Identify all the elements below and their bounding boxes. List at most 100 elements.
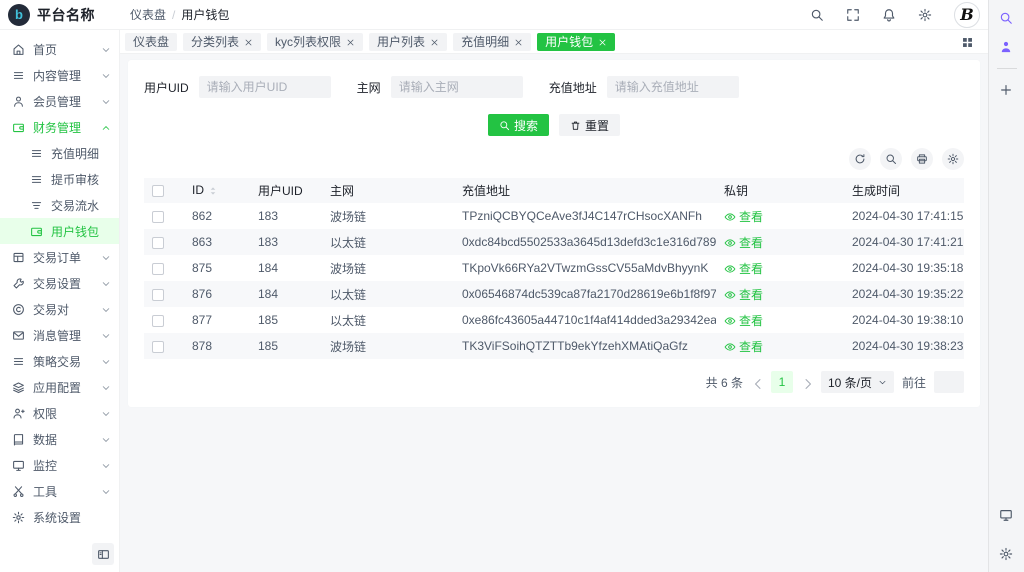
chevron-down-icon [878, 375, 887, 389]
view-private-key-link[interactable]: 查看 [724, 260, 763, 277]
sidebar-item-1[interactable]: 内容管理 [0, 62, 119, 88]
row-checkbox[interactable] [152, 210, 164, 223]
sidebar-item-7[interactable]: 消息管理 [0, 322, 119, 348]
close-icon[interactable] [514, 35, 523, 49]
filter-input-1[interactable] [390, 76, 523, 98]
row-checkbox[interactable] [152, 262, 164, 275]
search-button[interactable]: 搜索 [487, 114, 549, 136]
view-private-key-link[interactable]: 查看 [724, 286, 763, 303]
view-private-key-link[interactable]: 查看 [724, 338, 763, 355]
rail-gear-icon[interactable] [999, 546, 1015, 562]
sidebar-subitem-3-2[interactable]: 交易流水 [0, 192, 119, 218]
sidebar-subitem-label: 充值明细 [51, 146, 100, 161]
row-checkbox[interactable] [152, 314, 164, 327]
goto-page-input[interactable] [934, 371, 964, 393]
chevron-down-icon [101, 302, 111, 316]
sidebar-item-9[interactable]: 应用配置 [0, 374, 119, 400]
table-toolbar-refresh-icon[interactable] [849, 148, 871, 170]
view-private-key-link[interactable]: 查看 [724, 312, 763, 329]
cell-id: 862 [192, 209, 213, 223]
close-icon[interactable] [430, 35, 439, 49]
close-icon[interactable] [244, 35, 253, 49]
row-checkbox[interactable] [152, 288, 164, 301]
list2-icon [30, 198, 51, 212]
sidebar-item-14[interactable]: 系统设置 [0, 504, 119, 530]
sidebar-item-10[interactable]: 权限 [0, 400, 119, 426]
page-size-value: 10 条/页 [827, 375, 872, 390]
tab-3[interactable]: 用户列表 [369, 32, 448, 51]
sidebar-item-label: 交易订单 [33, 250, 82, 265]
table-toolbar-printer-icon[interactable] [911, 148, 933, 170]
sidebar-collapse-button[interactable] [92, 543, 114, 565]
eye-icon [724, 313, 736, 327]
sidebar-subitem-3-1[interactable]: 提币审核 [0, 166, 119, 192]
gear-icon[interactable] [918, 8, 932, 22]
sidebar-item-13[interactable]: 工具 [0, 478, 119, 504]
sidebar-item-12[interactable]: 监控 [0, 452, 119, 478]
sort-icon[interactable] [204, 183, 220, 197]
user-avatar[interactable]: B [954, 1, 980, 28]
rail-monitor-icon[interactable] [999, 507, 1015, 523]
row-checkbox[interactable] [152, 340, 164, 353]
sidebar-item-label: 工具 [33, 484, 58, 499]
rail-person-icon[interactable] [999, 39, 1015, 55]
tab-4[interactable]: 充值明细 [453, 32, 532, 51]
next-page-button[interactable] [801, 376, 813, 389]
filter-label: 主网 [356, 80, 381, 95]
app-logo[interactable]: b 平台名称 [8, 3, 120, 26]
filter-input-2[interactable] [606, 76, 739, 98]
table-toolbar-gear-icon[interactable] [942, 148, 964, 170]
table-icon [12, 250, 33, 264]
sidebar-item-label: 应用配置 [33, 380, 82, 395]
sidebar-item-label: 内容管理 [33, 68, 82, 83]
close-icon[interactable] [346, 35, 355, 49]
sidebar-subitem-3-3[interactable]: 用户钱包 [0, 218, 119, 244]
logo-icon: b [8, 3, 30, 26]
page-size-select[interactable]: 10 条/页 [820, 371, 894, 393]
table-row: 876 184 以太链 0x06546874dc539ca87fa2170d28619… [144, 281, 964, 307]
tab-5[interactable]: 用户钱包 [537, 32, 616, 51]
sidebar-subitem-3-0[interactable]: 充值明细 [0, 140, 119, 166]
tab-layout-button[interactable] [961, 34, 974, 48]
tab-0[interactable]: 仪表盘 [125, 32, 178, 51]
sidebar-item-label: 权限 [33, 406, 58, 421]
table-toolbar-search-icon[interactable] [880, 148, 902, 170]
breadcrumb-item-dashboard[interactable]: 仪表盘 [130, 6, 166, 23]
column-header-0[interactable]: ID [184, 178, 250, 203]
bell-icon[interactable] [882, 8, 896, 22]
filter-input-0[interactable] [198, 76, 331, 98]
stack-icon [12, 380, 33, 394]
sidebar-item-3[interactable]: 财务管理 [0, 114, 119, 140]
rail-plus-icon[interactable] [999, 82, 1015, 98]
sidebar-item-2[interactable]: 会员管理 [0, 88, 119, 114]
sidebar-item-0[interactable]: 首页 [0, 36, 119, 62]
wallet-icon [12, 120, 33, 134]
page-number-1[interactable]: 1 [770, 371, 793, 393]
prev-page-button[interactable] [751, 376, 763, 389]
sidebar-item-5[interactable]: 交易设置 [0, 270, 119, 296]
tab-2[interactable]: kyc列表权限 [267, 32, 364, 51]
row-checkbox[interactable] [152, 236, 164, 249]
sidebar-item-label: 交易对 [33, 302, 70, 317]
cell-id: 878 [192, 339, 213, 353]
select-all-checkbox[interactable] [152, 185, 164, 198]
sidebar-item-6[interactable]: 交易对 [0, 296, 119, 322]
search-icon[interactable] [810, 8, 824, 22]
sidebar-item-8[interactable]: 策略交易 [0, 348, 119, 374]
browser-side-rail [988, 0, 1024, 572]
cell-time: 2024-04-30 19:38:23 [852, 339, 964, 353]
tab-1[interactable]: 分类列表 [183, 32, 262, 51]
view-private-key-link[interactable]: 查看 [724, 208, 763, 225]
sidebar-item-11[interactable]: 数据 [0, 426, 119, 452]
fullscreen-icon[interactable] [846, 8, 860, 22]
grid-icon [961, 34, 974, 48]
sidebar-item-4[interactable]: 交易订单 [0, 244, 119, 270]
cell-address: 0x06546874dc539ca87fa2170d28619e6b1f8f97… [462, 287, 716, 301]
view-private-key-link[interactable]: 查看 [724, 234, 763, 251]
cell-time: 2024-04-30 19:38:10 [852, 313, 964, 327]
close-icon[interactable] [598, 35, 607, 49]
rail-search-icon[interactable] [999, 10, 1015, 26]
reset-button[interactable]: 重置 [559, 114, 621, 136]
cell-network: 波场链 [330, 209, 367, 224]
cell-network: 波场链 [330, 261, 367, 276]
